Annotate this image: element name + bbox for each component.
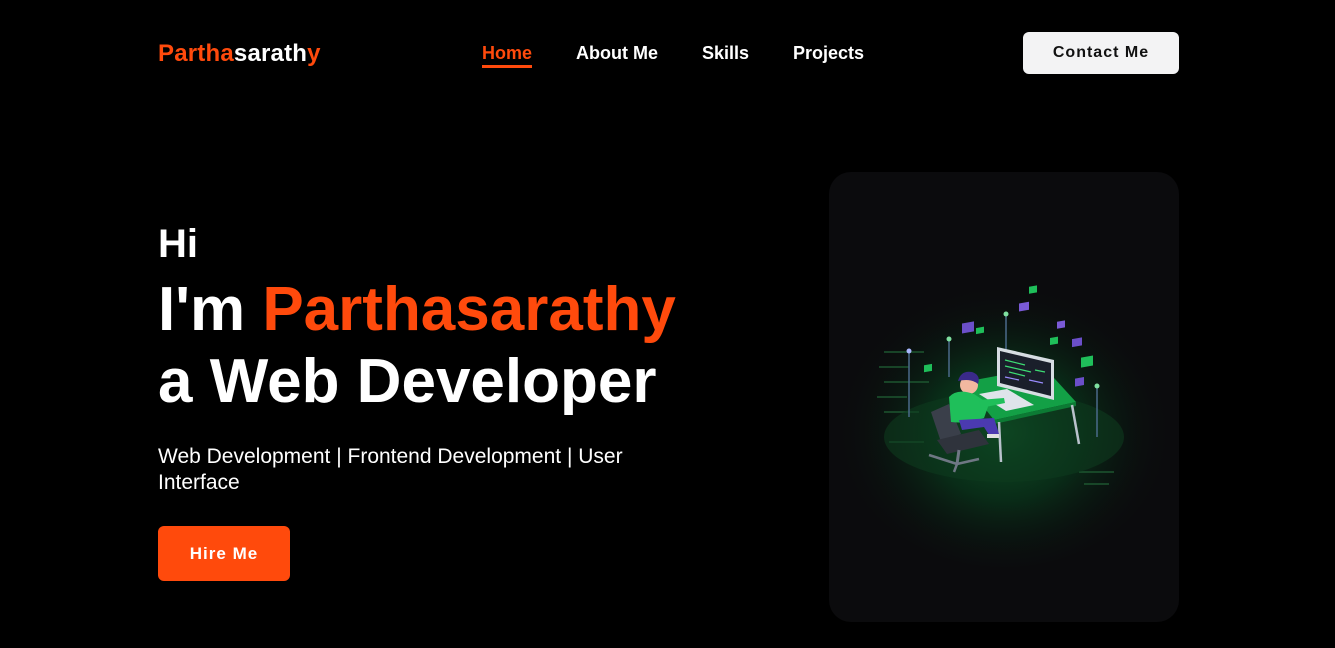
hero-intro-prefix: I'm — [158, 275, 263, 344]
hero-name: Parthasarathy — [262, 275, 676, 344]
illustration-card — [829, 172, 1179, 622]
hero-section: Hi I'm Parthasarathy a Web Developer Web… — [158, 222, 718, 581]
hero-intro: I'm Parthasarathy — [158, 274, 718, 346]
nav-about-me[interactable]: About Me — [576, 42, 658, 68]
nav-skills[interactable]: Skills — [702, 42, 749, 68]
nav-projects[interactable]: Projects — [793, 42, 864, 68]
logo-part-1: Partha — [158, 40, 234, 67]
logo[interactable]: Parthasarathy — [158, 40, 321, 68]
hire-me-button[interactable]: Hire Me — [158, 526, 290, 581]
hero-greeting: Hi — [158, 222, 198, 266]
logo-part-2: sarath — [233, 40, 308, 67]
logo-part-3: y — [307, 40, 321, 67]
main-nav: Home About Me Skills Projects — [482, 42, 908, 68]
developer-at-desk-illustration — [834, 267, 1174, 567]
hero-tagline: Web Development | Frontend Development |… — [158, 445, 623, 494]
hero-role: a Web Developer — [158, 347, 657, 416]
nav-home[interactable]: Home — [482, 42, 533, 68]
contact-me-button[interactable]: Contact Me — [1023, 32, 1179, 74]
